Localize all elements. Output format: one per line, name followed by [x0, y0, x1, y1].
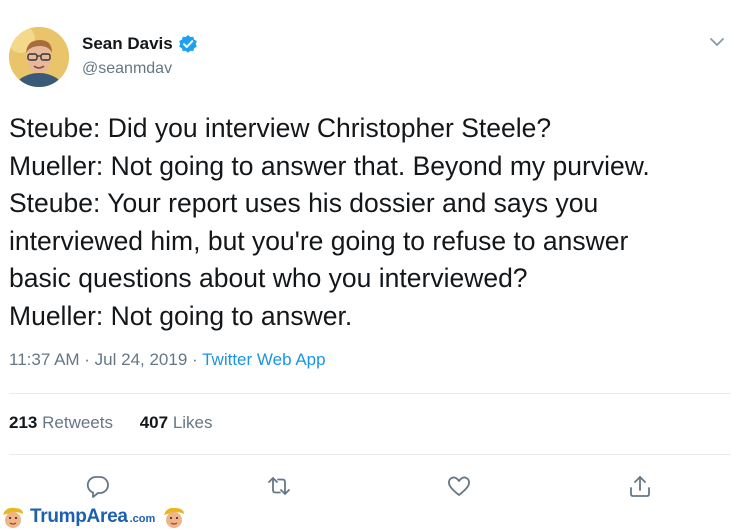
share-icon[interactable] — [627, 473, 653, 499]
tweet-source-link[interactable]: Twitter Web App — [202, 350, 325, 369]
watermark-suffix: .com — [129, 513, 156, 525]
divider — [9, 454, 731, 455]
verified-badge-icon — [178, 34, 198, 54]
divider — [9, 393, 731, 394]
tweet-text-line: Steube: Your report uses his dossier and… — [9, 188, 599, 218]
author-name-row[interactable]: Sean Davis — [82, 34, 198, 54]
retweets-label: Retweets — [42, 413, 113, 432]
trump-caricature-icon — [0, 505, 26, 529]
tweet-text-line: interviewed him, but you're going to ref… — [9, 225, 629, 256]
tweet-stats: 213 Retweets 407 Likes — [9, 413, 213, 433]
watermark: TrumpArea .com — [0, 504, 230, 530]
author-handle[interactable]: @seanmdav — [82, 60, 172, 78]
tweet-text-line: basic questions about who you interviewe… — [9, 263, 528, 293]
tweet-text: Steube: Did you interview Christopher St… — [9, 110, 735, 335]
tweet-text-line: Mueller: Not going to answer. — [9, 300, 353, 331]
like-icon[interactable] — [446, 473, 472, 499]
retweet-icon[interactable] — [266, 473, 292, 499]
tweet-text-line: Steube: Did you interview Christopher St… — [9, 113, 552, 143]
reply-icon[interactable] — [85, 473, 111, 499]
likes-label: Likes — [172, 413, 213, 432]
tweet-text-line: Mueller: Not going to answer that. Beyon… — [9, 150, 650, 181]
retweets-count: 213 — [9, 413, 38, 432]
author-display-name[interactable]: Sean Davis — [82, 34, 173, 54]
profile-photo-icon — [9, 27, 69, 87]
watermark-brand: TrumpArea — [30, 506, 128, 527]
retweets-stat[interactable]: 213 Retweets — [9, 413, 113, 432]
likes-stat[interactable]: 407 Likes — [140, 413, 213, 432]
avatar[interactable] — [9, 27, 69, 87]
tweet-timestamp[interactable]: 11:37 AM · Jul 24, 2019 · — [9, 350, 202, 369]
trump-caricature-icon — [161, 505, 187, 529]
likes-count: 407 — [139, 413, 169, 432]
chevron-down-icon[interactable] — [706, 32, 728, 52]
tweet-meta: 11:37 AM · Jul 24, 2019 · Twitter Web Ap… — [9, 350, 326, 370]
